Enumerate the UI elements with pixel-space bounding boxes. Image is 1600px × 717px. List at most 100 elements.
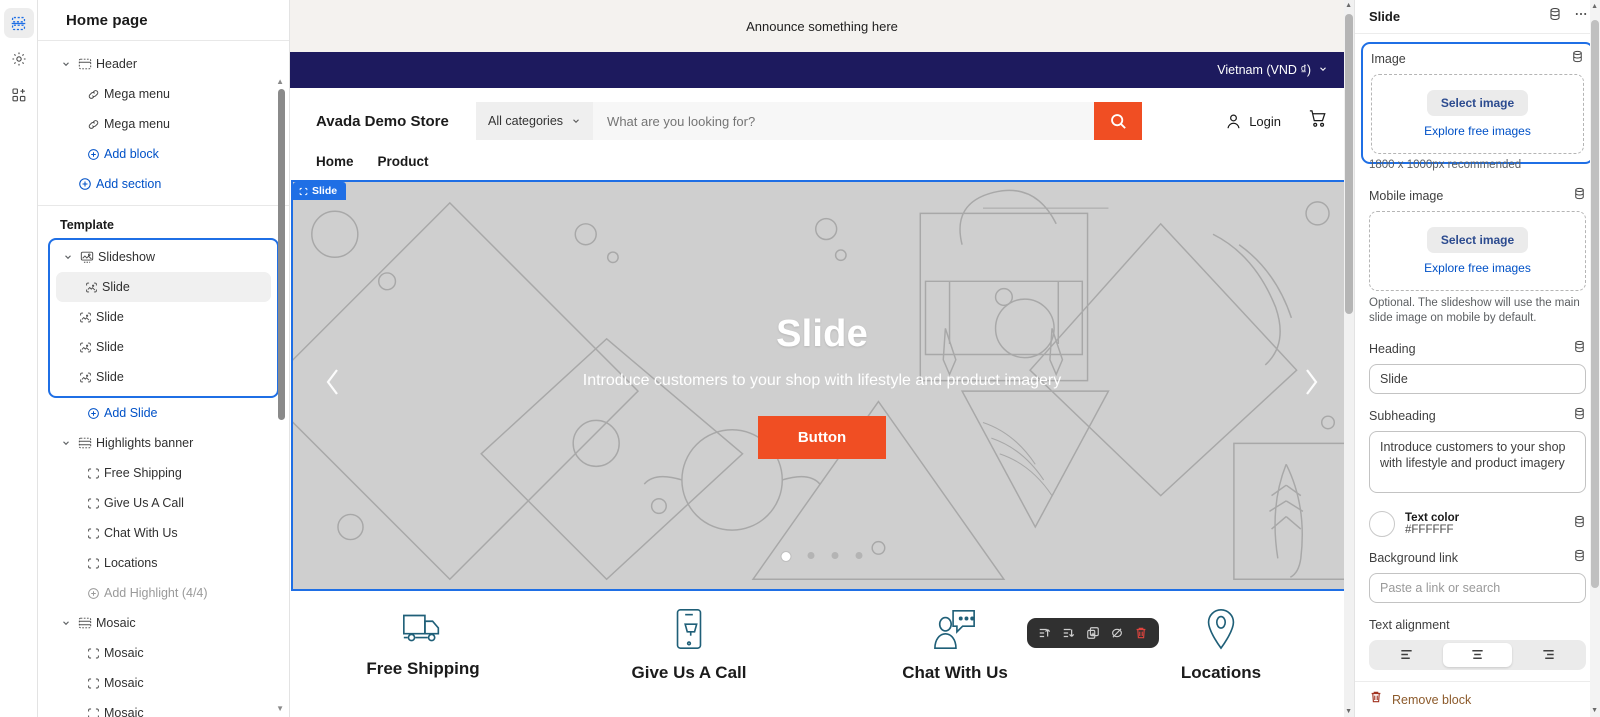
nav-item-home[interactable]: Home: [316, 154, 354, 169]
select-image-button[interactable]: Select image: [1426, 90, 1529, 116]
dynamic-source-icon[interactable]: [1573, 340, 1586, 358]
search-input[interactable]: [593, 102, 1094, 140]
sidebar-item-slide-3[interactable]: Slide: [50, 332, 277, 362]
chevron-down-icon[interactable]: [60, 252, 76, 262]
sidebar-item-mosaic-3[interactable]: Mosaic: [48, 698, 279, 717]
sidebar-item-slideshow[interactable]: Slideshow: [50, 242, 277, 272]
cart-button[interactable]: [1307, 108, 1328, 134]
sidebar-scroll-area[interactable]: Header Mega menu Mega menu Add block Add…: [38, 41, 289, 717]
search-button[interactable]: [1094, 102, 1142, 140]
scroll-down-arrow[interactable]: ▼: [1591, 707, 1598, 714]
sidebar-item-label: Chat With Us: [104, 526, 178, 540]
block-icon: [82, 557, 104, 570]
sidebar-item-header[interactable]: Header: [48, 49, 279, 79]
add-block-button[interactable]: Add block: [48, 139, 279, 169]
dynamic-source-icon[interactable]: [1571, 50, 1584, 68]
scroll-down-arrow[interactable]: ▼: [276, 704, 284, 713]
text-color-field[interactable]: Text color #FFFFFF: [1369, 510, 1586, 537]
announcement-bar[interactable]: Announce something here: [290, 0, 1354, 52]
add-slide-button[interactable]: Add Slide: [48, 398, 279, 428]
slideshow-dot-1[interactable]: [781, 552, 791, 561]
align-left-icon[interactable]: [1372, 643, 1441, 667]
highlight-give-us-a-call[interactable]: Give Us A Call: [556, 607, 822, 683]
chevron-down-icon[interactable]: [58, 59, 74, 69]
map-pin-icon: [1207, 609, 1235, 650]
sidebar-item-mosaic-2[interactable]: Mosaic: [48, 668, 279, 698]
select-mobile-image-button[interactable]: Select image: [1426, 226, 1529, 253]
settings-panel-scrollbar[interactable]: ▲ ▼: [1590, 0, 1600, 717]
heading-input[interactable]: [1369, 363, 1586, 394]
delete-icon[interactable]: [1369, 690, 1383, 709]
scroll-down-arrow[interactable]: ▼: [1345, 708, 1352, 715]
sidebar-item-locations[interactable]: Locations: [48, 548, 279, 578]
nav-item-product[interactable]: Product: [378, 154, 429, 169]
category-select[interactable]: All categories: [476, 102, 594, 140]
slideshow-dot-4[interactable]: [855, 552, 863, 559]
highlight-free-shipping[interactable]: Free Shipping: [290, 607, 556, 683]
add-block-label: Add block: [104, 147, 159, 161]
align-right-icon[interactable]: [1514, 643, 1583, 667]
remove-block-button[interactable]: Remove block: [1392, 693, 1471, 707]
chevron-down-icon[interactable]: [1318, 63, 1328, 77]
scroll-up-arrow[interactable]: ▲: [1591, 3, 1598, 10]
login-button[interactable]: Login: [1224, 112, 1281, 131]
image-field[interactable]: Image Select image Explore free images: [1361, 42, 1594, 164]
preview-scrollbar[interactable]: ▲ ▼: [1344, 0, 1354, 717]
sidebar-item-highlights-banner[interactable]: Highlights banner: [48, 428, 279, 458]
scroll-up-arrow[interactable]: ▲: [276, 77, 284, 86]
sidebar-item-mosaic-section[interactable]: Mosaic: [48, 608, 279, 638]
sidebar-item-mega-menu-2[interactable]: Mega menu: [48, 109, 279, 139]
sidebar-item-mega-menu-1[interactable]: Mega menu: [48, 79, 279, 109]
dynamic-source-icon[interactable]: [1573, 515, 1586, 533]
sidebar-item-give-us-a-call[interactable]: Give Us A Call: [48, 488, 279, 518]
settings-panel-body[interactable]: Image Select image Explore free images 1…: [1355, 34, 1600, 681]
slideshow-prev-arrow[interactable]: [321, 365, 345, 407]
add-section-button[interactable]: Add section: [48, 169, 279, 199]
duplicate-icon[interactable]: [1083, 622, 1103, 644]
sidebar-item-free-shipping[interactable]: Free Shipping: [48, 458, 279, 488]
delete-icon[interactable]: [1131, 622, 1151, 644]
sidebar-item-label: Slide: [102, 280, 130, 294]
settings-panel-scrollbar-thumb[interactable]: [1591, 20, 1599, 588]
preview-scrollbar-thumb[interactable]: [1345, 14, 1353, 314]
sections-icon[interactable]: [3, 8, 34, 38]
sidebar-item-slide-1[interactable]: Slide: [56, 272, 271, 302]
dynamic-source-icon[interactable]: [1573, 549, 1586, 567]
sidebar-scrollbar-thumb[interactable]: [278, 89, 285, 420]
hide-icon[interactable]: [1107, 622, 1127, 644]
slideshow-dot-3[interactable]: [831, 552, 839, 559]
store-logo-text[interactable]: Avada Demo Store: [316, 113, 476, 130]
slideshow-dots: [781, 552, 863, 561]
sidebar-item-mosaic-1[interactable]: Mosaic: [48, 638, 279, 668]
sidebar-item-slide-4[interactable]: Slide: [50, 362, 277, 392]
image-dropzone[interactable]: Select image Explore free images: [1371, 74, 1584, 154]
chevron-down-icon[interactable]: [58, 438, 74, 448]
slide-cta-button[interactable]: Button: [757, 415, 887, 459]
more-options-icon[interactable]: [1574, 7, 1588, 26]
chevron-down-icon[interactable]: [58, 618, 74, 628]
explore-free-images-link[interactable]: Explore free images: [1424, 124, 1531, 138]
move-up-icon[interactable]: [1035, 622, 1055, 644]
background-link-input[interactable]: [1369, 572, 1586, 603]
scroll-up-arrow[interactable]: ▲: [1345, 2, 1352, 9]
sidebar-item-slide-2[interactable]: Slide: [50, 302, 277, 332]
image-field-header: Image: [1371, 50, 1584, 68]
text-color-swatch[interactable]: [1369, 510, 1395, 537]
slideshow-next-arrow[interactable]: [1299, 365, 1323, 407]
dynamic-source-icon[interactable]: [1548, 7, 1562, 26]
settings-gear-icon[interactable]: [4, 44, 34, 74]
align-center-icon[interactable]: [1443, 642, 1512, 667]
subheading-textarea[interactable]: [1369, 430, 1586, 493]
dynamic-source-icon[interactable]: [1573, 187, 1586, 205]
block-icon: [82, 647, 104, 660]
sidebar-item-chat-with-us[interactable]: Chat With Us: [48, 518, 279, 548]
sidebar-scrollbar[interactable]: [278, 89, 285, 420]
mobile-image-dropzone[interactable]: Select image Explore free images: [1369, 210, 1586, 291]
apps-add-icon[interactable]: [4, 80, 34, 110]
move-down-icon[interactable]: [1059, 622, 1079, 644]
currency-selector-label[interactable]: Vietnam (VND ₫): [1217, 63, 1311, 77]
explore-free-images-link-mobile[interactable]: Explore free images: [1424, 261, 1531, 275]
dynamic-source-icon[interactable]: [1573, 407, 1586, 425]
slideshow-section[interactable]: Slide Introduce customers to your shop w…: [291, 180, 1353, 591]
slideshow-dot-2[interactable]: [807, 552, 815, 559]
